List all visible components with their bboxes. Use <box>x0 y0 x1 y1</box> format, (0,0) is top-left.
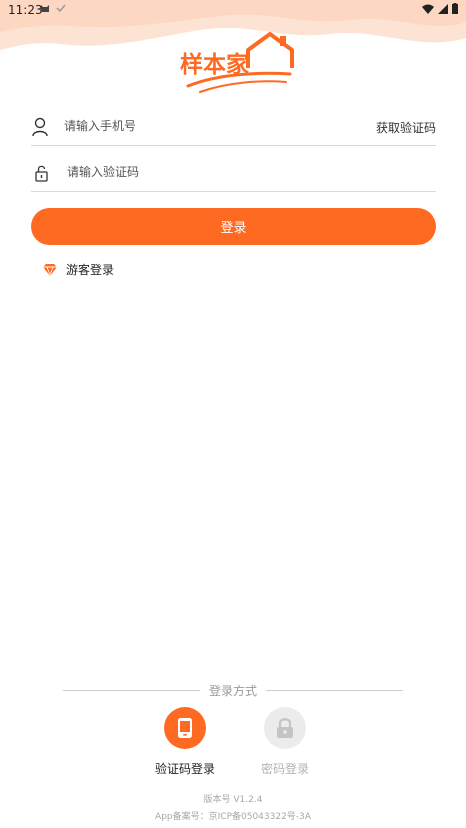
signal-icon <box>438 3 448 14</box>
phone-icon <box>178 718 192 738</box>
check-icon <box>56 4 66 13</box>
sms-login-method[interactable]: 验证码登录 <box>145 707 225 777</box>
cat-app-icon <box>41 5 49 12</box>
sms-login-label: 验证码登录 <box>154 762 215 776</box>
guest-login-link[interactable]: 游客登录 <box>42 261 114 278</box>
divider-line-right <box>266 690 403 691</box>
password-login-label: 密码登录 <box>260 762 309 776</box>
guest-login-label: 游客登录 <box>66 263 115 277</box>
code-input[interactable] <box>67 165 347 179</box>
icp-text: App备案号：京ICP备05043322号-3A <box>155 812 311 822</box>
status-time: 11:23 <box>8 3 43 17</box>
password-login-method[interactable]: 密码登录 <box>245 707 325 777</box>
diamond-icon <box>43 263 57 276</box>
phone-input[interactable] <box>64 119 344 133</box>
user-icon <box>32 117 48 137</box>
code-field-row <box>31 161 436 192</box>
lock-icon <box>277 718 293 738</box>
login-methods-divider: 登录方式 <box>63 682 403 698</box>
battery-icon <box>452 3 458 14</box>
status-bar: 11:23 <box>0 0 466 20</box>
status-notification-icons <box>40 3 66 13</box>
phone-field-row: 获取验证码 <box>31 115 436 146</box>
password-login-circle <box>264 707 306 749</box>
sms-login-circle <box>164 707 206 749</box>
version-text: 版本号 V1.2.4 <box>203 795 263 805</box>
status-system-icons <box>422 3 458 14</box>
get-code-button[interactable]: 获取验证码 <box>376 119 436 136</box>
app-logo: 样本家 <box>180 32 294 93</box>
wifi-icon <box>422 4 434 14</box>
lock-icon <box>35 165 48 182</box>
login-button[interactable]: 登录 <box>31 208 436 245</box>
